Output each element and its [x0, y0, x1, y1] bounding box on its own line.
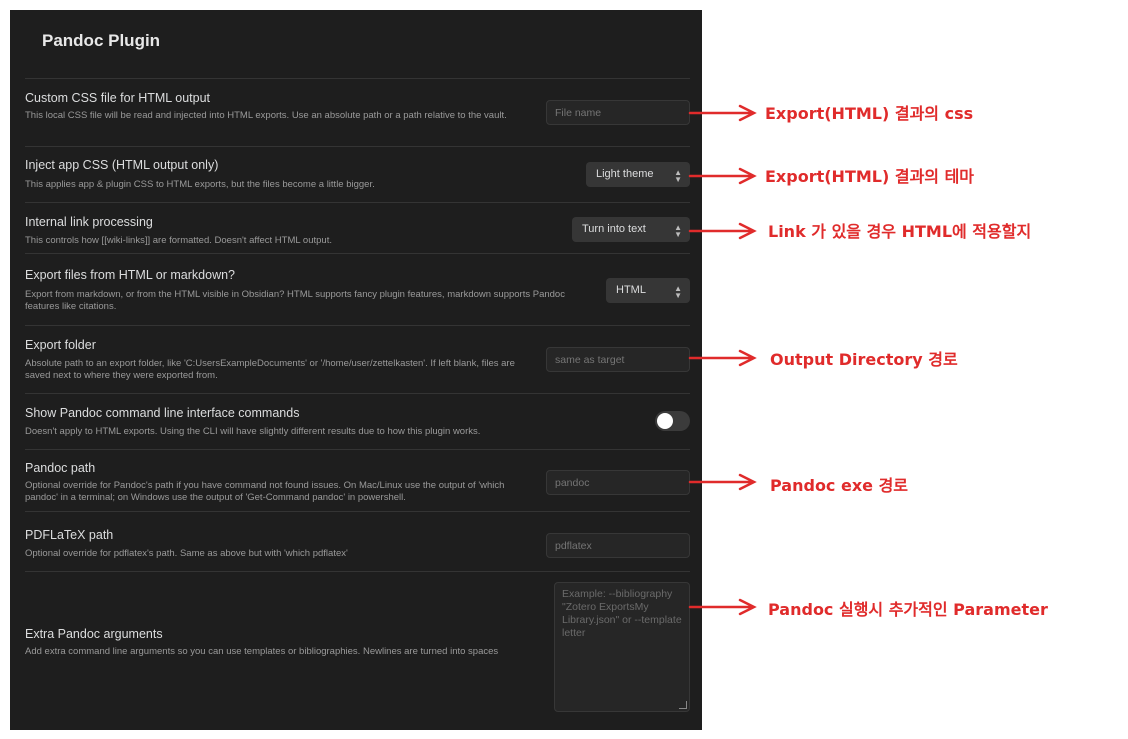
pandoc-path-input[interactable] — [546, 470, 690, 495]
toggle-knob — [657, 413, 673, 429]
annotation-arrow — [688, 349, 757, 367]
setting-description: Optional override for Pandoc's path if y… — [25, 480, 505, 503]
panel-title: Pandoc Plugin — [42, 31, 161, 50]
setting-description: Optional override for pdflatex's path. S… — [25, 548, 348, 559]
setting-pdflatex-path: PDFLaTeX path Optional override for pdfl… — [25, 511, 690, 572]
dropdown-value: HTML — [616, 284, 646, 296]
setting-name: Show Pandoc command line interface comma… — [25, 406, 300, 420]
dropdown-value: Turn into text — [582, 223, 646, 235]
setting-description: This applies app & plugin CSS to HTML ex… — [25, 179, 375, 190]
annotation-arrow — [688, 104, 757, 122]
annotation-label: Pandoc exe 경로 — [770, 476, 909, 495]
setting-name: Inject app CSS (HTML output only) — [25, 158, 219, 172]
annotation-label: Export(HTML) 결과의 테마 — [765, 167, 975, 186]
annotation-arrow — [688, 473, 757, 491]
setting-name: Pandoc path — [25, 461, 96, 475]
chevron-updown-icon: ▲ ▼ — [674, 222, 682, 239]
annotation-arrow — [688, 167, 757, 185]
setting-show-cli: Show Pandoc command line interface comma… — [25, 393, 690, 450]
annotation-arrow — [688, 222, 757, 240]
setting-name: Custom CSS file for HTML output — [25, 91, 211, 105]
annotation-label: Output Directory 경로 — [770, 350, 958, 369]
setting-name: Export files from HTML or markdown? — [25, 268, 236, 282]
show-cli-toggle[interactable] — [655, 411, 690, 431]
setting-description: Export from markdown, or from the HTML v… — [25, 289, 565, 312]
setting-name: Extra Pandoc arguments — [25, 627, 163, 641]
annotation-arrow — [688, 598, 757, 616]
setting-custom-css: Custom CSS file for HTML output This loc… — [25, 78, 690, 147]
setting-inject-css: Inject app CSS (HTML output only) This a… — [25, 146, 690, 203]
pdflatex-path-input[interactable] — [546, 533, 690, 558]
annotation-label: Link 가 있을 경우 HTML에 적용할지 — [768, 222, 1032, 241]
extra-args-textarea[interactable]: Example: --bibliography "Zotero ExportsM… — [554, 582, 690, 712]
theme-dropdown[interactable]: Light theme ▲ ▼ — [586, 162, 690, 187]
export-source-dropdown[interactable]: HTML ▲ ▼ — [606, 278, 690, 303]
setting-description: Doesn't apply to HTML exports. Using the… — [25, 426, 481, 437]
setting-description: Absolute path to an export folder, like … — [25, 358, 515, 381]
link-processing-dropdown[interactable]: Turn into text ▲ ▼ — [572, 217, 690, 242]
setting-export-source: Export files from HTML or markdown? Expo… — [25, 253, 690, 326]
resize-handle-icon[interactable] — [679, 701, 687, 709]
setting-pandoc-path: Pandoc path Optional override for Pandoc… — [25, 449, 690, 512]
custom-css-input[interactable] — [546, 100, 690, 125]
setting-name: PDFLaTeX path — [25, 528, 114, 542]
export-folder-input[interactable] — [546, 347, 690, 372]
annotation-label: Pandoc 실행시 추가적인 Parameter — [768, 600, 1048, 619]
setting-name: Export folder — [25, 338, 96, 352]
dropdown-value: Light theme — [596, 168, 654, 180]
setting-extra-args: Extra Pandoc arguments Add extra command… — [25, 571, 690, 722]
setting-export-folder: Export folder Absolute path to an export… — [25, 325, 690, 394]
chevron-updown-icon: ▲ ▼ — [674, 167, 682, 184]
setting-description: Add extra command line arguments so you … — [25, 646, 499, 657]
textarea-placeholder: Example: --bibliography "Zotero ExportsM… — [562, 588, 682, 639]
setting-description: This local CSS file will be read and inj… — [25, 110, 507, 121]
setting-description: This controls how [[wiki-links]] are for… — [25, 235, 332, 246]
chevron-updown-icon: ▲ ▼ — [674, 283, 682, 300]
setting-link-processing: Internal link processing This controls h… — [25, 202, 690, 254]
settings-panel: Pandoc Plugin Custom CSS file for HTML o… — [10, 10, 702, 730]
annotation-label: Export(HTML) 결과의 css — [765, 104, 974, 123]
setting-name: Internal link processing — [25, 215, 153, 229]
